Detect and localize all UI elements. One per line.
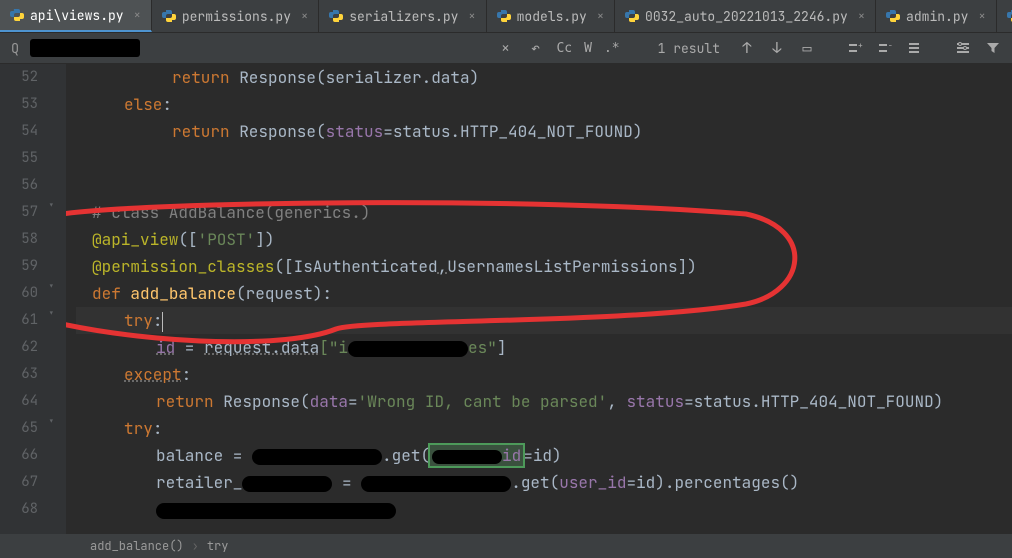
next-match-icon[interactable]: ↓ [766, 37, 788, 59]
chevron-right-icon: › [192, 538, 199, 554]
tab-label: models.py [517, 8, 587, 25]
line-gutter: 5253545556575859606162636465666768 [0, 64, 46, 534]
python-icon [886, 9, 900, 23]
code-line: retailer_ = .get(user_id=id).percentages… [76, 469, 1012, 496]
code-line: def add_balance(request): [76, 280, 1012, 307]
close-icon[interactable]: × [134, 7, 141, 23]
match-case-button[interactable]: Cc [554, 37, 574, 59]
code-line [76, 145, 1012, 172]
find-toolbar: Q × ↶ Cc W .* 1 result ↑ ↓ ▭ + − [0, 32, 1012, 64]
filter-icon[interactable] [982, 37, 1004, 59]
tab-label: permissions.py [182, 8, 291, 25]
text-caret [162, 312, 163, 332]
code-line: except: [76, 361, 1012, 388]
line-number: 55 [0, 145, 38, 172]
close-icon[interactable]: × [858, 8, 865, 24]
search-label: Q [8, 40, 22, 57]
code-content[interactable]: return Response(serializer.data) else: r… [66, 64, 1012, 534]
tab-models[interactable]: models.py × [487, 0, 615, 32]
tab-label: admin.py [906, 8, 968, 25]
result-count: 1 result [658, 40, 720, 57]
code-editor[interactable]: 5253545556575859606162636465666768 ▾ ▾ ▾… [0, 64, 1012, 534]
words-button[interactable]: W [582, 37, 594, 59]
line-number: 68 [0, 496, 38, 523]
code-line [76, 496, 1012, 523]
search-input[interactable] [30, 39, 140, 57]
close-icon[interactable]: × [597, 8, 604, 24]
line-number: 60 [0, 280, 38, 307]
svg-text:+: + [858, 41, 863, 51]
line-number: 57 [0, 199, 38, 226]
settings-icon[interactable] [952, 37, 974, 59]
code-line: try: [76, 415, 1012, 442]
code-line: return Response(data='Wrong ID, cant be … [76, 388, 1012, 415]
regex-button[interactable]: .* [602, 37, 622, 59]
remove-selection-icon[interactable]: − [874, 37, 896, 59]
fold-mark-icon[interactable]: ▾ [48, 199, 55, 213]
code-line: return Response(status=status.HTTP_404_N… [76, 118, 1012, 145]
line-number: 62 [0, 334, 38, 361]
close-icon[interactable]: × [468, 8, 475, 24]
code-line-current: try: [76, 307, 1012, 334]
close-icon[interactable]: × [301, 8, 308, 24]
select-all-icon[interactable]: ▭ [796, 37, 818, 59]
fold-mark-icon[interactable]: ▾ [48, 280, 55, 294]
fold-column: ▾ ▾ ▾ ▾ [46, 64, 66, 534]
code-line: return Response(serializer.data) [76, 64, 1012, 91]
code-line: @permission_classes([IsAuthenticated,Use… [76, 253, 1012, 280]
tab-admin[interactable]: admin.py × [876, 0, 997, 32]
svg-text:−: − [888, 41, 893, 51]
code-line: else: [76, 91, 1012, 118]
code-line [76, 172, 1012, 199]
line-number: 53 [0, 91, 38, 118]
tab-label: serializers.py [349, 8, 458, 25]
python-icon [625, 9, 639, 23]
python-icon [162, 9, 176, 23]
select-all-occurrences-icon[interactable] [904, 37, 926, 59]
breadcrumb-item[interactable]: add_balance() [90, 538, 184, 554]
tab-views[interactable]: api\views.py × [0, 0, 152, 32]
code-line: balance = .get(id=id) [76, 442, 1012, 469]
tab-serializers[interactable]: serializers.py × [319, 0, 486, 32]
editor-tabs: api\views.py × permissions.py × serializ… [0, 0, 1012, 32]
python-icon [1007, 9, 1012, 23]
python-icon [10, 8, 24, 22]
line-number: 61 [0, 307, 38, 334]
line-number: 64 [0, 388, 38, 415]
prev-match-icon[interactable]: ↑ [736, 37, 758, 59]
line-number: 56 [0, 172, 38, 199]
code-line: @api_view(['POST']) [76, 226, 1012, 253]
breadcrumb: add_balance() › try [0, 534, 1012, 558]
tab-migration[interactable]: 0032_auto_20221013_2246.py × [615, 0, 876, 32]
line-number: 52 [0, 64, 38, 91]
line-number: 67 [0, 469, 38, 496]
tab-permissions[interactable]: permissions.py × [152, 0, 319, 32]
line-number: 54 [0, 118, 38, 145]
close-find-icon[interactable]: × [494, 37, 516, 59]
tab-overflow[interactable] [997, 0, 1012, 32]
fold-mark-icon[interactable]: ▾ [48, 415, 55, 429]
line-number: 63 [0, 361, 38, 388]
breadcrumb-item[interactable]: try [207, 538, 229, 554]
tab-label: api\views.py [30, 7, 124, 24]
prev-occurrence-icon[interactable]: ↶ [524, 37, 546, 59]
code-line: # class AddBalance(generics.) [76, 199, 1012, 226]
code-line: id = request.data["ies"] [76, 334, 1012, 361]
tab-label: 0032_auto_20221013_2246.py [645, 8, 848, 25]
line-number: 59 [0, 253, 38, 280]
python-icon [329, 9, 343, 23]
line-number: 58 [0, 226, 38, 253]
line-number: 66 [0, 442, 38, 469]
fold-mark-icon[interactable]: ▾ [48, 307, 55, 321]
python-icon [497, 9, 511, 23]
close-icon[interactable]: × [978, 8, 985, 24]
add-selection-icon[interactable]: + [844, 37, 866, 59]
line-number: 65 [0, 415, 38, 442]
